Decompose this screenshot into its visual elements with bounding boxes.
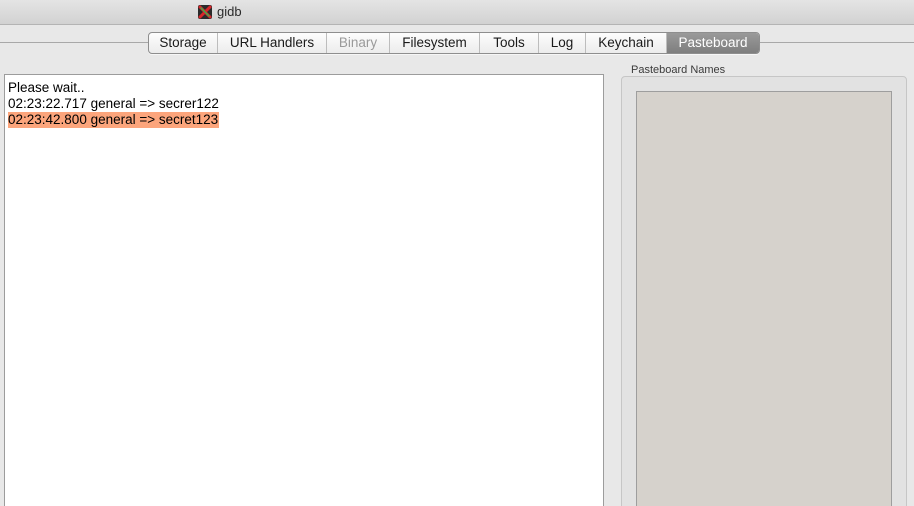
pasteboard-names-list[interactable] bbox=[636, 91, 892, 506]
tab-bar: Storage URL Handlers Binary Filesystem T… bbox=[148, 32, 760, 54]
log-line: Please wait.. bbox=[8, 80, 85, 95]
tab-binary: Binary bbox=[327, 33, 390, 53]
tab-log[interactable]: Log bbox=[539, 33, 586, 53]
log-line: 02:23:22.717 general => secrer122 bbox=[8, 96, 219, 111]
title-bar: gidb bbox=[0, 0, 914, 25]
log-line-selected: 02:23:42.800 general => secret123 bbox=[8, 112, 220, 128]
app-icon bbox=[197, 4, 213, 20]
tab-filesystem[interactable]: Filesystem bbox=[390, 33, 480, 53]
tab-storage[interactable]: Storage bbox=[149, 33, 218, 53]
tab-url-handlers[interactable]: URL Handlers bbox=[218, 33, 327, 53]
tab-tools[interactable]: Tools bbox=[480, 33, 539, 53]
pasteboard-log[interactable]: Please wait.. 02:23:22.717 general => se… bbox=[4, 74, 604, 506]
app-window: gidb Storage URL Handlers Binary Filesys… bbox=[0, 0, 914, 506]
pasteboard-names-label: Pasteboard Names bbox=[631, 64, 726, 76]
tab-keychain[interactable]: Keychain bbox=[586, 33, 667, 53]
window-title: gidb bbox=[217, 4, 242, 19]
tab-pasteboard[interactable]: Pasteboard bbox=[667, 33, 759, 53]
